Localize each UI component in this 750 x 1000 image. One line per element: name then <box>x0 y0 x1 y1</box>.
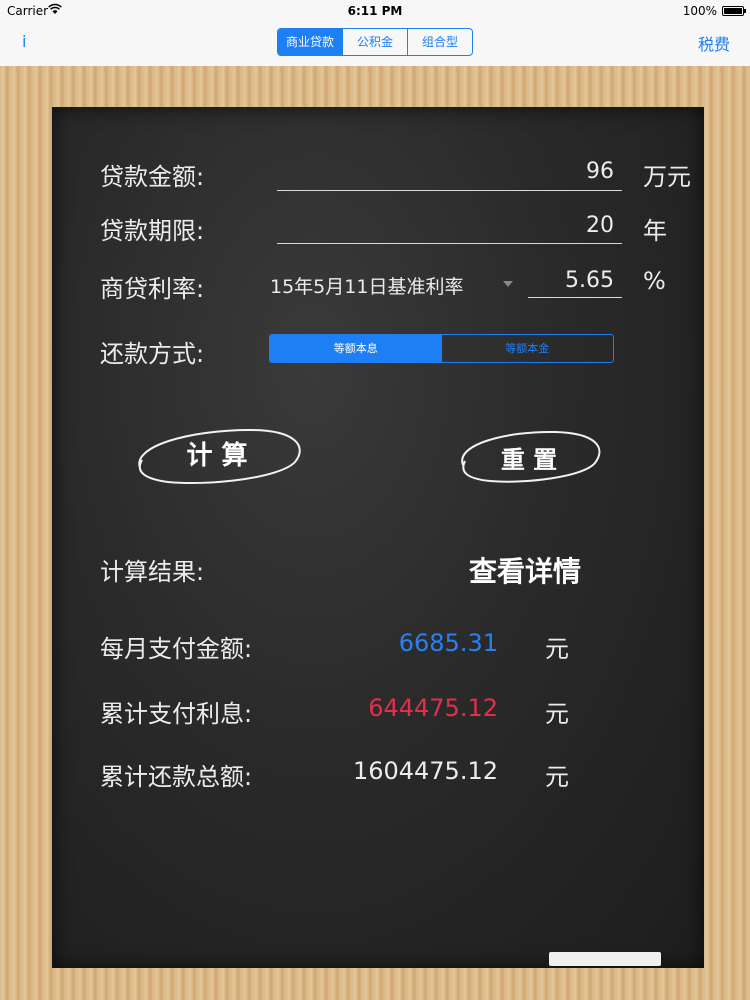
amount-underline <box>277 190 622 191</box>
rate-input[interactable]: 5.65 <box>528 268 614 293</box>
interest-unit: 元 <box>545 700 569 728</box>
monthly-value: 6685.31 <box>398 629 498 657</box>
calculate-label: 计 算 <box>186 441 248 471</box>
rate-unit: % <box>643 267 666 295</box>
monthly-label: 每月支付金额: <box>100 635 253 663</box>
amount-input[interactable]: 96 <box>277 159 614 184</box>
total-value: 1604475.12 <box>352 757 498 785</box>
repayment-method-segmented-control: 等额本息 等额本金 <box>269 334 614 363</box>
rate-label: 商贷利率: <box>100 275 205 303</box>
total-label: 累计还款总额: <box>100 763 253 791</box>
method-label: 还款方式: <box>100 340 205 368</box>
monthly-unit: 元 <box>545 635 569 663</box>
term-input[interactable]: 20 <box>277 213 614 238</box>
segment-combined[interactable]: 组合型 <box>407 29 472 55</box>
clock: 6:11 PM <box>347 4 403 18</box>
tax-button[interactable]: 税费 <box>698 31 730 55</box>
calculate-button[interactable]: 计 算 <box>130 424 304 486</box>
nav-bar: i 商业贷款 公积金 组合型 税费 <box>0 22 750 66</box>
status-bar: Carrier 6:11 PM 100% <box>0 0 750 22</box>
term-underline <box>277 243 622 244</box>
term-label: 贷款期限: <box>100 217 205 245</box>
rate-underline <box>528 297 622 298</box>
battery-percent: 100% <box>682 4 717 18</box>
segment-provident-fund[interactable]: 公积金 <box>342 29 407 55</box>
interest-value: 644475.12 <box>368 694 498 722</box>
interest-label: 累计支付利息: <box>100 700 253 728</box>
method-equal-principal[interactable]: 等额本金 <box>442 335 614 362</box>
segment-commercial-loan[interactable]: 商业贷款 <box>278 29 342 55</box>
total-unit: 元 <box>545 763 569 791</box>
rate-picker[interactable]: 15年5月11日基准利率 <box>270 272 463 299</box>
reset-button[interactable]: 重 置 <box>455 427 603 485</box>
term-unit: 年 <box>643 217 667 245</box>
info-button[interactable]: i <box>22 32 26 51</box>
view-details-link[interactable]: 查看详情 <box>469 550 581 590</box>
loan-type-segmented-control: 商业贷款 公积金 组合型 <box>277 28 473 56</box>
chalk-stick <box>549 952 661 966</box>
method-equal-installment[interactable]: 等额本息 <box>270 335 442 362</box>
amount-unit: 万元 <box>643 163 691 191</box>
result-label: 计算结果: <box>100 558 205 586</box>
reset-label: 重 置 <box>500 446 558 474</box>
amount-label: 贷款金额: <box>100 163 205 191</box>
dropdown-arrow-icon[interactable] <box>503 281 513 287</box>
battery-icon <box>722 6 746 16</box>
